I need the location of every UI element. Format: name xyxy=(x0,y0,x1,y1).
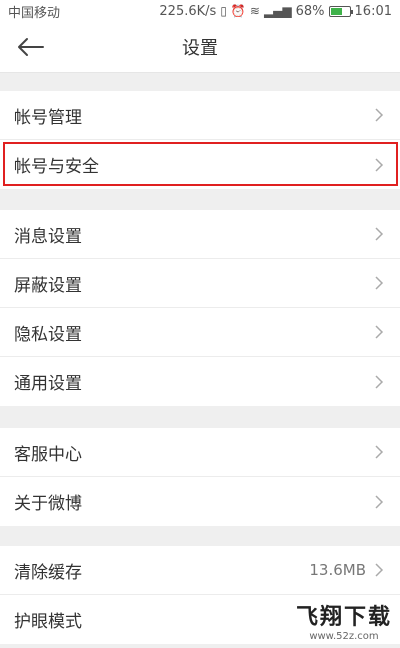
status-bar: 中国移动 225.6K/s ▯ ⏰ ≋ ▂▄▆ 68% 16:01 xyxy=(0,0,400,22)
battery-percent: 68% xyxy=(295,3,325,19)
watermark-text: 飞翔下载 xyxy=(295,605,392,630)
network-speed: 225.6K/s xyxy=(159,3,217,19)
chevron-right-icon xyxy=(375,276,384,290)
nav-bar: 设置 xyxy=(0,22,400,73)
settings-item-label: 客服中心 xyxy=(14,444,82,465)
signal-icon: ▂▄▆ xyxy=(263,4,292,18)
settings-item-block[interactable]: 屏蔽设置 xyxy=(0,259,400,308)
settings-item-label: 隐私设置 xyxy=(14,324,82,345)
settings-item-account-security[interactable]: 帐号与安全 xyxy=(0,140,400,189)
watermark-logo: 飞翔下载 www.52z.com xyxy=(296,599,392,642)
settings-item-privacy[interactable]: 隐私设置 xyxy=(0,308,400,357)
cache-size: 13.6MB xyxy=(309,561,366,579)
settings-item-general[interactable]: 通用设置 xyxy=(0,357,400,406)
vibrate-icon: ▯ xyxy=(220,4,227,18)
chevron-right-icon xyxy=(375,157,384,172)
chevron-right-icon xyxy=(375,108,384,122)
wifi-icon: ≋ xyxy=(249,4,260,18)
settings-item-label: 帐号管理 xyxy=(14,107,82,128)
settings-item-label: 护眼模式 xyxy=(14,612,82,632)
chevron-right-icon xyxy=(375,494,384,509)
alarm-icon: ⏰ xyxy=(230,4,246,18)
settings-item-message[interactable]: 消息设置 xyxy=(0,210,400,259)
settings-item-label: 屏蔽设置 xyxy=(14,275,82,296)
settings-group-account: 帐号管理 帐号与安全 xyxy=(0,91,400,189)
chevron-right-icon xyxy=(375,325,384,339)
settings-item-label: 消息设置 xyxy=(14,226,82,247)
page-title: 设置 xyxy=(182,38,218,59)
status-icons: 225.6K/s ▯ ⏰ ≋ ▂▄▆ 68% 16:01 xyxy=(159,4,392,19)
settings-item-label: 关于微博 xyxy=(14,494,82,514)
settings-group-support: 客服中心 关于微博 xyxy=(0,428,400,526)
settings-item-right: 13.6MB xyxy=(309,561,384,579)
settings-group-preferences: 消息设置 屏蔽设置 隐私设置 通用设置 xyxy=(0,210,400,406)
clock-time: 16:01 xyxy=(354,3,392,19)
chevron-right-icon xyxy=(375,227,384,241)
settings-item-customer-service[interactable]: 客服中心 xyxy=(0,428,400,477)
settings-item-about[interactable]: 关于微博 xyxy=(0,477,400,526)
settings-item-label: 帐号与安全 xyxy=(14,157,99,177)
chevron-right-icon xyxy=(375,563,384,577)
back-arrow-icon xyxy=(18,38,44,56)
settings-item-label: 清除缓存 xyxy=(14,562,82,583)
chevron-right-icon xyxy=(375,374,384,389)
chevron-right-icon xyxy=(375,445,384,459)
settings-item-clear-cache[interactable]: 清除缓存 13.6MB xyxy=(0,546,400,595)
carrier-name: 中国移动 xyxy=(8,5,61,21)
back-button[interactable] xyxy=(12,32,48,62)
settings-item-label: 通用设置 xyxy=(14,374,82,394)
battery-icon xyxy=(328,5,353,17)
watermark-url: www.52z.com xyxy=(309,631,379,642)
settings-item-account-management[interactable]: 帐号管理 xyxy=(0,91,400,140)
